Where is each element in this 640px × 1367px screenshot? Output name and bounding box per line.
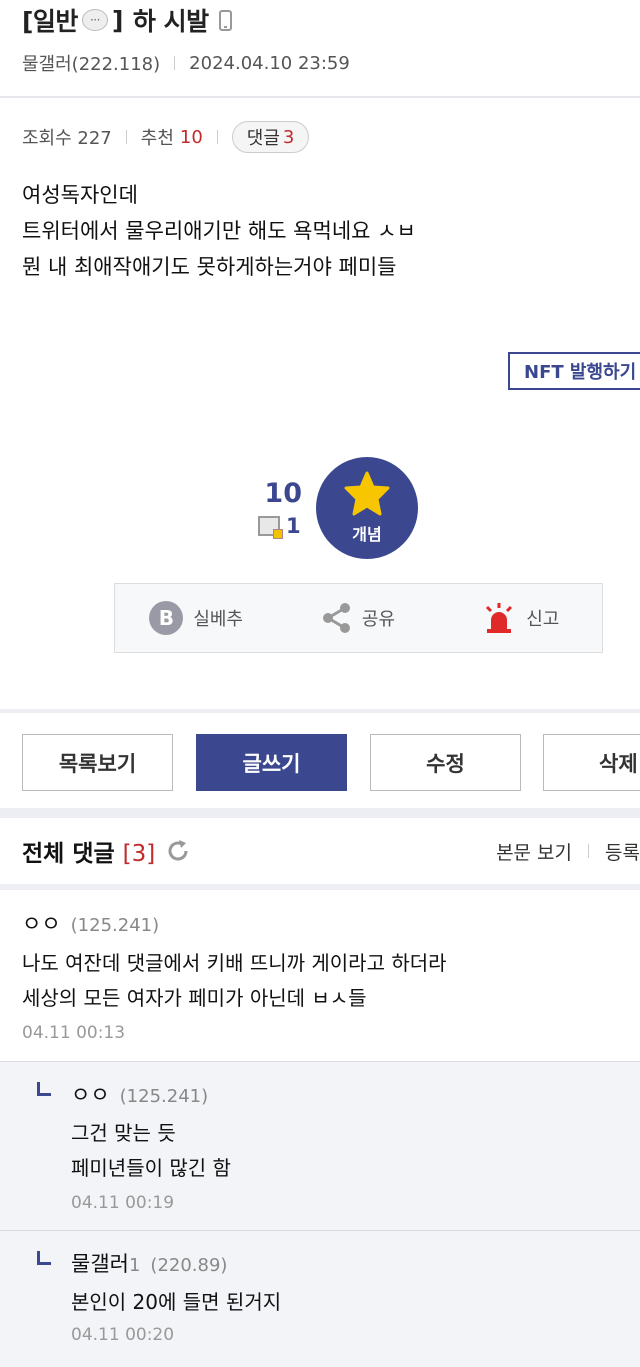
comment-nick-suffix: 1 [128,1255,141,1276]
reply-item: 물갤러 1 (220.89) 본인이 20에 들면 된거지 04.11 00:20 [0,1231,640,1367]
recommend-value: 10 [179,126,203,148]
comment-label: 댓글 [246,128,280,149]
comment-ip: (220.89) [150,1255,228,1276]
comment-ip: (125.241) [119,1086,209,1107]
reply-item: ㅇㅇ (125.241) 그건 맞는 듯 페미년들이 많긴 함 04.11 00… [0,1062,640,1230]
comments-count: [3] [122,841,156,867]
comment-date: 04.11 00:20 [71,1325,175,1345]
post-category-close: ] [111,5,123,35]
nft-count: 1 [258,514,301,539]
nft-count-value: 1 [286,514,301,538]
edit-button[interactable]: 수정 [370,734,521,791]
links-divider [588,844,590,858]
body-line: 트위터에서 물우리애기만 해도 욕먹네요 ㅅㅂ [22,219,416,243]
post-author[interactable]: 물갤러(222.118) [22,50,160,76]
section-divider [0,709,640,713]
comments-links: 본문 보기 등록 [496,838,640,865]
meta-divider [174,56,176,70]
post-category: [일반 [22,7,78,36]
b-icon: B [149,601,184,635]
post-body: 여성독자인데 트위터에서 물우리애기만 해도 욕먹네요 ㅅㅂ 뭔 내 최애작애기… [22,177,416,285]
body-line: 여성독자인데 [22,183,138,207]
comment-count-pill[interactable]: 댓글 3 [231,121,310,153]
comment-line: 그건 맞는 듯 [71,1121,176,1145]
comment-body: 나도 여잔데 댓글에서 키배 뜨니까 게이라고 하더라 세상의 모든 여자가 페… [22,946,447,1016]
comment-body: 그건 맞는 듯 페미년들이 많긴 함 [71,1116,231,1186]
refresh-icon[interactable] [165,838,191,864]
recommend-count: 10 [264,478,302,509]
post-title-text: 하 시발 [132,7,209,36]
reply-arrow-icon [37,1082,51,1096]
comment-line: 본인이 20에 들면 된거지 [71,1290,282,1314]
share-label: 공유 [361,609,396,630]
nft-icon [258,516,283,539]
view-body-link[interactable]: 본문 보기 [496,838,572,865]
mobile-phone-icon [218,9,232,31]
write-button[interactable]: 글쓰기 [196,734,347,791]
post-title: [일반 ··· ] 하 시발 [22,2,232,38]
comment-value: 3 [282,126,295,148]
comments-title-text: 전체 댓글 [22,841,115,867]
silbe-label: 실베추 [193,609,243,630]
stats-divider [125,130,127,144]
comment-date: 04.11 00:13 [22,1023,126,1043]
post-date: 2024.04.10 23:59 [189,52,350,74]
post-stats: 조회수 227 추천 10 댓글 3 [22,119,310,155]
stats-divider [216,130,218,144]
comment-body: 본인이 20에 들면 된거지 [71,1285,281,1320]
comments-header: 전체 댓글 [3] 본문 보기 등록 [22,832,640,870]
report-button[interactable]: 신고 [440,602,602,634]
body-line: 뭔 내 최애작애기도 못하게하는거야 페미들 [22,255,397,279]
silbe-button[interactable]: B 실베추 [115,601,277,635]
comment-line: 세상의 모든 여자가 페미가 아닌데 ㅂㅅ들 [22,986,367,1010]
recommend-label: 추천 [140,128,174,149]
comment-nickname[interactable]: ㅇㅇ [22,908,61,938]
report-label: 신고 [526,609,560,630]
comment-nickname[interactable]: ㅇㅇ [71,1079,110,1109]
comment-line: 나도 여잔데 댓글에서 키배 뜨니까 게이라고 하더라 [22,951,447,975]
comment-nick: 물갤러 1 (220.89) [71,1248,227,1278]
delete-button[interactable]: 삭제 [543,734,640,791]
comment-nick: ㅇㅇ (125.241) [71,1079,208,1109]
comment-date: 04.11 00:19 [71,1193,175,1213]
share-icon [322,603,350,633]
post-header: [일반 ··· ] 하 시발 물갤러(222.118) 2024.04.10 2… [0,0,640,98]
star-icon [344,471,390,516]
comment-item: ㅇㅇ (125.241) 나도 여잔데 댓글에서 키배 뜨니까 게이라고 하더라… [0,890,640,1061]
section-divider [0,808,640,818]
register-link[interactable]: 등록 [605,838,640,865]
views-count: 조회수 227 [22,128,112,149]
siren-icon [486,603,513,633]
share-bar: B 실베추 공유 신고 [114,583,603,653]
gaenyeom-label: 개념 [352,525,382,544]
list-button[interactable]: 목록보기 [22,734,173,791]
post-meta: 물갤러(222.118) 2024.04.10 23:59 [22,50,350,76]
nft-issue-button[interactable]: NFT 발행하기 [508,352,640,390]
speech-bubble-icon: ··· [81,9,108,31]
comment-line: 페미년들이 많긴 함 [71,1156,231,1180]
comment-nick: ㅇㅇ (125.241) [22,908,159,938]
share-button[interactable]: 공유 [277,602,439,634]
gaenyeom-button[interactable]: 개념 [316,457,418,559]
comment-nickname[interactable]: 물갤러 [71,1248,129,1278]
comment-ip: (125.241) [70,915,160,936]
reply-arrow-icon [37,1251,51,1265]
comments-title: 전체 댓글 [3] [22,834,155,868]
